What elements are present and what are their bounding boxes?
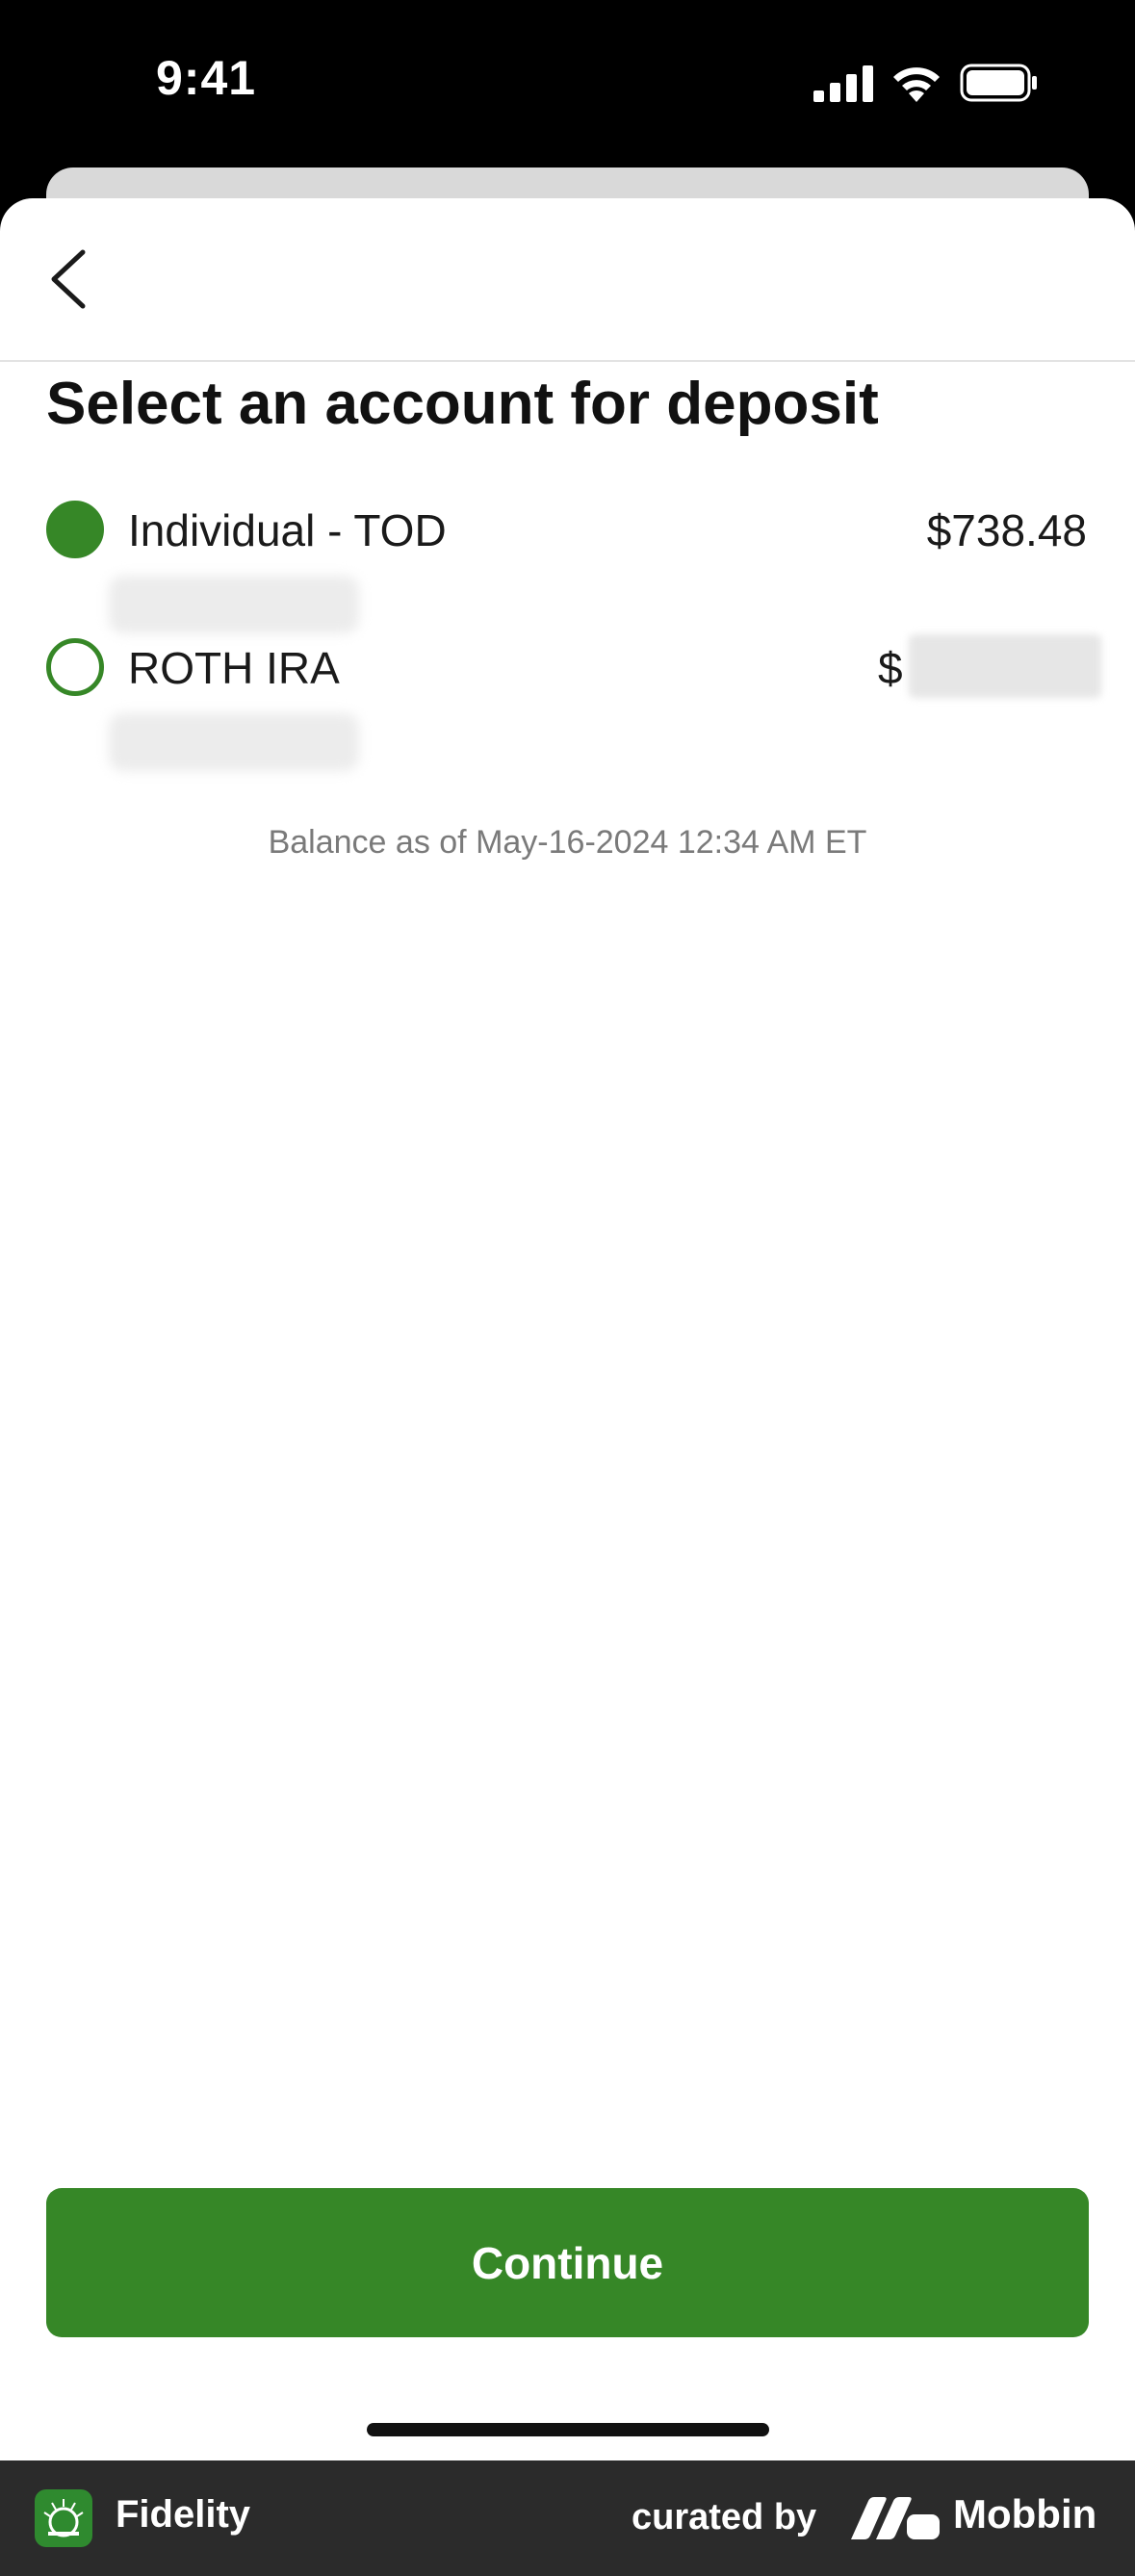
status-bar: 9:41 bbox=[0, 0, 1135, 168]
status-time: 9:41 bbox=[156, 51, 257, 105]
account-balance-redacted bbox=[909, 634, 1101, 698]
nav-bar bbox=[0, 198, 1135, 362]
balance-currency: $ bbox=[878, 643, 903, 693]
footer-app-name: Fidelity bbox=[116, 2493, 251, 2536]
continue-button[interactable]: Continue bbox=[46, 2188, 1089, 2337]
balance-timestamp: Balance as of May-16-2024 12:34 AM ET bbox=[268, 824, 867, 861]
radio-unselected-icon[interactable] bbox=[46, 638, 104, 696]
account-name: Individual - TOD bbox=[128, 505, 447, 555]
account-option-roth-ira[interactable]: ROTH IRA $ bbox=[0, 625, 1135, 771]
battery-icon bbox=[960, 64, 1037, 102]
page-title: Select an account for deposit bbox=[46, 371, 879, 437]
account-balance: $738.48 bbox=[926, 505, 1087, 555]
mobbin-logo-icon bbox=[851, 2497, 940, 2539]
footer: Fidelity curated by Mobbin bbox=[0, 2460, 1135, 2576]
account-number-redacted bbox=[109, 713, 359, 771]
back-button[interactable] bbox=[39, 241, 100, 318]
wifi-icon bbox=[893, 67, 940, 102]
account-selection-sheet: Select an account for deposit Individual… bbox=[0, 198, 1135, 2460]
footer-curated-by: curated by bbox=[632, 2497, 817, 2537]
footer-brand: Mobbin bbox=[953, 2491, 1097, 2537]
home-indicator bbox=[367, 2423, 769, 2436]
chevron-left-icon bbox=[51, 249, 86, 309]
account-option-individual-tod[interactable]: Individual - TOD $738.48 bbox=[0, 487, 1135, 633]
radio-selected-icon[interactable] bbox=[46, 501, 104, 558]
account-name: ROTH IRA bbox=[128, 643, 340, 693]
signal-icon bbox=[813, 65, 873, 102]
fidelity-logo-icon bbox=[35, 2489, 92, 2547]
